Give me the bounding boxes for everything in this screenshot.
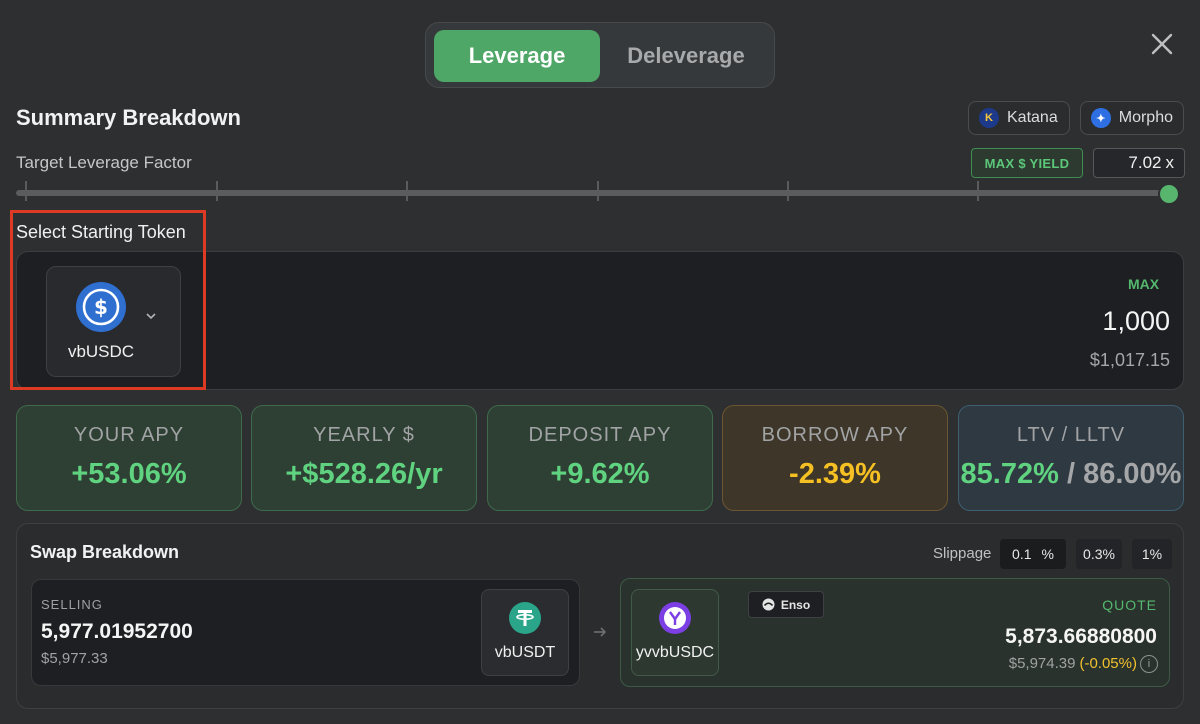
slider-tick <box>406 181 408 201</box>
highlight-annotation <box>10 210 206 390</box>
stat-value: +9.62% <box>550 458 650 490</box>
selling-usd: $5,977.33 <box>41 650 108 667</box>
enso-provider-badge[interactable]: Enso <box>748 591 824 618</box>
leverage-slider-thumb[interactable] <box>1158 183 1180 205</box>
stat-value: +53.06% <box>71 458 187 490</box>
info-icon[interactable]: i <box>1140 655 1158 673</box>
slider-tick <box>25 181 27 201</box>
stat-label: DEPOSIT APY <box>528 424 672 446</box>
protocol-morpho-label: Morpho <box>1118 109 1173 126</box>
katana-icon: K <box>979 108 999 128</box>
enso-icon <box>762 598 775 611</box>
stat-label: BORROW APY <box>761 424 909 446</box>
leverage-label: Target Leverage Factor <box>16 153 192 172</box>
stat-ltv: LTV / LLTV 85.72% / 86.00% <box>958 405 1184 511</box>
stat-borrow-apy: BORROW APY -2.39% <box>722 405 948 511</box>
slider-tick <box>216 181 218 201</box>
leverage-value: 7.02 <box>1128 153 1162 172</box>
page-title: Summary Breakdown <box>16 105 241 130</box>
quote-label: QUOTE <box>1102 597 1157 613</box>
leverage-tab[interactable]: Leverage <box>434 30 600 82</box>
slider-tick <box>597 181 599 201</box>
morpho-icon: ✦ <box>1091 108 1111 128</box>
protocol-morpho-badge[interactable]: ✦ Morpho <box>1080 101 1184 135</box>
quote-usd: $5,974.39 <box>1008 655 1076 672</box>
slippage-unit: % <box>1041 546 1054 562</box>
swap-breakdown-title: Swap Breakdown <box>30 542 180 562</box>
leverage-unit: x <box>1165 153 1175 172</box>
close-icon[interactable] <box>1148 30 1176 58</box>
stat-label: YOUR APY <box>73 424 185 446</box>
usdt-icon <box>509 602 541 634</box>
selling-label: SELLING <box>41 597 103 612</box>
enso-label: Enso <box>780 597 811 612</box>
max-amount-button[interactable]: MAX <box>1128 276 1159 292</box>
slider-tick <box>787 181 789 201</box>
quote-token[interactable]: yvvbUSDC <box>631 589 719 676</box>
slider-tick <box>977 181 979 201</box>
slippage-option-selected[interactable]: 0.1 % <box>1000 539 1066 569</box>
max-yield-button[interactable]: MAX $ YIELD <box>971 148 1083 178</box>
arrow-right-icon <box>594 627 607 637</box>
slippage-option[interactable]: 0.3% <box>1076 539 1122 569</box>
yearn-vault-icon <box>659 602 691 634</box>
slippage-option[interactable]: 1% <box>1132 539 1172 569</box>
stat-value: 85.72% / 86.00% <box>959 458 1183 491</box>
selling-token-name: vbUSDT <box>494 644 556 661</box>
leverage-slider-track[interactable] <box>16 190 1170 196</box>
stat-value: -2.39% <box>789 458 881 490</box>
leverage-input[interactable]: 7.02 x <box>1093 148 1185 178</box>
quote-usd-row: $5,974.39 (-0.05%) <box>1009 655 1137 672</box>
amount-usd-value: $1,017.15 <box>1089 350 1170 370</box>
slippage-label: Slippage <box>933 545 992 562</box>
quote-token-name: yvvbUSDC <box>635 644 715 661</box>
slippage-value: 0.1 <box>1012 546 1032 562</box>
quote-amount: 5,873.66880800 <box>1005 625 1157 648</box>
deleverage-tab[interactable]: Deleverage <box>604 30 768 82</box>
protocol-katana-badge[interactable]: K Katana <box>968 101 1070 135</box>
selling-amount: 5,977.01952700 <box>41 620 193 643</box>
stat-your-apy: YOUR APY +53.06% <box>16 405 242 511</box>
mode-toggle: Leverage Deleverage <box>425 22 775 88</box>
stat-label: YEARLY $ <box>313 424 415 446</box>
stat-value: +$528.26/yr <box>285 458 443 490</box>
ltv-value: 85.72% <box>960 458 1059 490</box>
stat-yearly: YEARLY $ +$528.26/yr <box>251 405 477 511</box>
lltv-value: 86.00% <box>1083 458 1182 490</box>
stat-label: LTV / LLTV <box>1016 424 1126 446</box>
price-impact: (-0.05%) <box>1079 655 1137 672</box>
ltv-separator: / <box>1058 458 1084 490</box>
selling-token[interactable]: vbUSDT <box>481 589 569 676</box>
protocol-katana-label: Katana <box>1007 109 1058 126</box>
stat-deposit-apy: DEPOSIT APY +9.62% <box>487 405 713 511</box>
amount-input[interactable]: 1,000 <box>1102 306 1170 337</box>
